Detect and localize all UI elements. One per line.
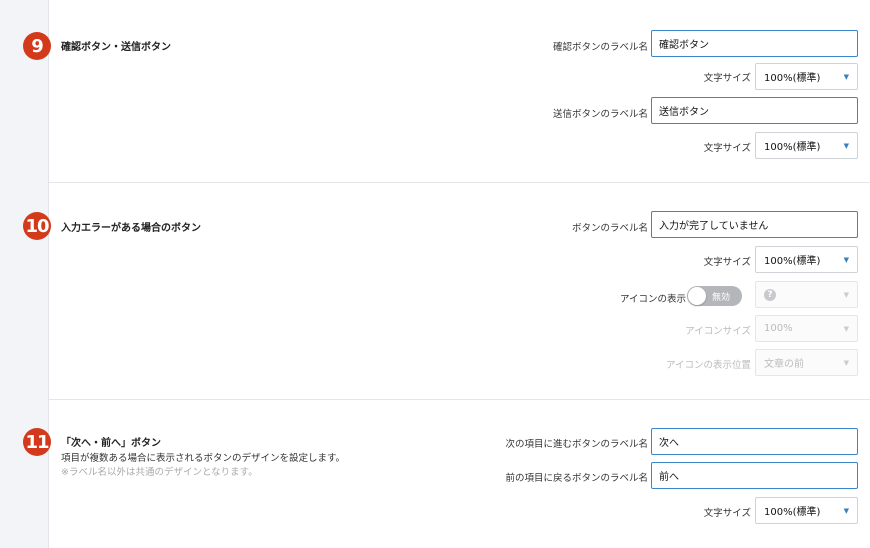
caret-down-icon: ▼	[843, 290, 849, 299]
icon-size-select[interactable]: 100% ▼	[755, 315, 858, 342]
caret-down-icon: ▼	[843, 506, 849, 515]
icon-select[interactable]: ? ▼	[755, 281, 858, 308]
caret-down-icon: ▼	[843, 72, 849, 81]
icon-position-caption: アイコンの表示位置	[665, 360, 751, 371]
section-10-badge: 10	[23, 212, 51, 240]
prev-label-caption: 前の項目に戻るボタンのラベル名	[505, 473, 648, 484]
next-label-input[interactable]: 次へ	[651, 428, 858, 455]
submit-font-size-select[interactable]: 100%(標準) ▼	[755, 132, 858, 159]
confirm-font-size-select[interactable]: 100%(標準) ▼	[755, 63, 858, 90]
confirm-label-input[interactable]: 確認ボタン	[651, 30, 858, 57]
submit-label-input[interactable]: 送信ボタン	[651, 97, 858, 124]
icon-position-select[interactable]: 文章の前 ▼	[755, 349, 858, 376]
toggle-knob	[688, 287, 706, 305]
question-circle-icon: ?	[764, 288, 776, 301]
submit-label-caption: 送信ボタンのラベル名	[552, 109, 648, 120]
font-size-caption: 文字サイズ	[703, 73, 751, 84]
icon-size-caption: アイコンサイズ	[685, 326, 751, 337]
section-11-badge: 11	[23, 428, 51, 456]
next-label-caption: 次の項目に進むボタンのラベル名	[505, 439, 648, 450]
section-11-title: 「次へ・前へ」ボタン	[61, 438, 161, 449]
icon-display-toggle[interactable]: 無効	[687, 286, 742, 306]
button-label-caption: ボタンのラベル名	[571, 223, 648, 234]
section-11-note: ※ラベル名以外は共通のデザインとなります。	[61, 467, 258, 478]
error-font-size-select[interactable]: 100%(標準) ▼	[755, 246, 858, 273]
confirm-label-caption: 確認ボタンのラベル名	[552, 42, 648, 53]
font-size-caption: 文字サイズ	[703, 143, 751, 154]
settings-panel: 9 確認ボタン・送信ボタン 確認ボタンのラベル名 確認ボタン 文字サイズ 100…	[23, 0, 870, 548]
icon-display-caption: アイコンの表示	[619, 294, 686, 305]
font-size-caption: 文字サイズ	[703, 508, 751, 519]
prev-label-input[interactable]: 前へ	[651, 462, 858, 489]
caret-down-icon: ▼	[843, 324, 849, 333]
section-11-description: 項目が複数ある場合に表示されるボタンのデザインを設定します。	[61, 453, 346, 464]
section-9-title: 確認ボタン・送信ボタン	[61, 42, 171, 53]
caret-down-icon: ▼	[843, 141, 849, 150]
section-divider	[49, 399, 870, 400]
caret-down-icon: ▼	[843, 358, 849, 367]
caret-down-icon: ▼	[843, 255, 849, 264]
nav-font-size-select[interactable]: 100%(標準) ▼	[755, 497, 858, 524]
font-size-caption: 文字サイズ	[703, 257, 751, 268]
error-button-label-input[interactable]: 入力が完了していません	[651, 211, 858, 238]
section-10-title: 入力エラーがある場合のボタン	[61, 223, 201, 234]
section-9-badge: 9	[23, 32, 51, 60]
section-divider	[49, 182, 870, 183]
